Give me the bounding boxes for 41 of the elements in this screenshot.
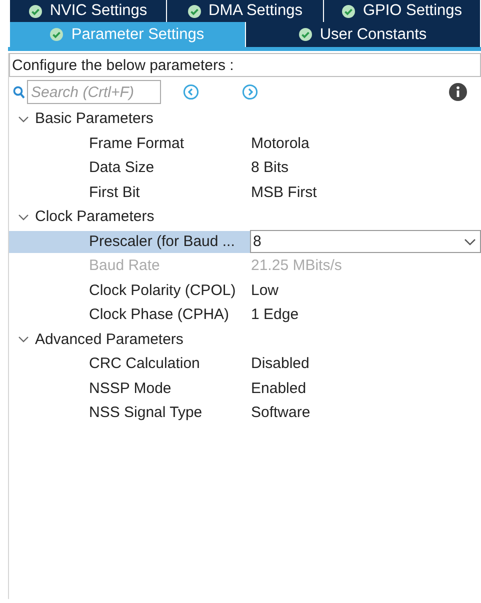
dropdown-field[interactable]: 8 xyxy=(250,230,481,254)
parameter-value: Low xyxy=(250,280,279,300)
group-label: Basic Parameters xyxy=(35,109,154,129)
parameter-label[interactable]: Prescaler (for Baud ... xyxy=(9,230,250,253)
parameter-value: Enabled xyxy=(250,378,306,398)
parameter-value: Disabled xyxy=(250,354,310,374)
parameter-label: Baud Rate xyxy=(88,256,161,276)
parameter-label[interactable]: CRC Calculation xyxy=(9,353,250,376)
parameter-value: 8 Bits xyxy=(250,158,289,178)
previous-icon[interactable] xyxy=(183,84,199,100)
chevron-icon[interactable] xyxy=(18,212,29,223)
chevron-icon[interactable] xyxy=(18,114,29,125)
parameter-label[interactable]: First Bit xyxy=(9,182,250,204)
tab[interactable]: GPIO Settings xyxy=(324,0,481,22)
parameter-label[interactable]: Clock Phase (CPHA) xyxy=(9,304,250,326)
parameter-label[interactable]: Data Size xyxy=(9,157,250,180)
parameter-value: MSB First xyxy=(250,182,317,202)
search-icon xyxy=(13,86,25,98)
group-label: Clock Parameters xyxy=(35,207,154,227)
tab[interactable]: User Constants xyxy=(246,22,481,47)
parameter-label[interactable]: Clock Polarity (CPOL) xyxy=(9,280,250,302)
parameter-label[interactable]: NSSP Mode xyxy=(9,378,250,400)
search-field[interactable]: Search (Crtl+F) xyxy=(27,80,161,104)
caret-icon xyxy=(464,238,476,246)
next-icon[interactable] xyxy=(242,84,258,100)
group-label: Advanced Parameters xyxy=(35,330,184,350)
check-icon xyxy=(342,4,355,18)
check-icon xyxy=(188,4,201,18)
parameter-value: 21.25 MBits/s xyxy=(250,256,342,276)
instruction-text: Configure the below parameters : xyxy=(9,53,481,77)
check-icon xyxy=(50,28,64,41)
check-icon xyxy=(298,28,312,41)
tab[interactable]: DMA Settings xyxy=(167,0,324,22)
parameter-label[interactable]: NSS Signal Type xyxy=(9,402,250,424)
parameter-value: 1 Edge xyxy=(250,305,299,325)
info-icon[interactable] xyxy=(449,83,467,101)
parameter-value: Motorola xyxy=(250,134,310,154)
check-icon xyxy=(28,4,42,18)
tab[interactable]: NVIC Settings xyxy=(10,0,167,22)
parameter-value: Software xyxy=(250,403,310,423)
parameter-label[interactable]: Frame Format xyxy=(9,132,250,155)
